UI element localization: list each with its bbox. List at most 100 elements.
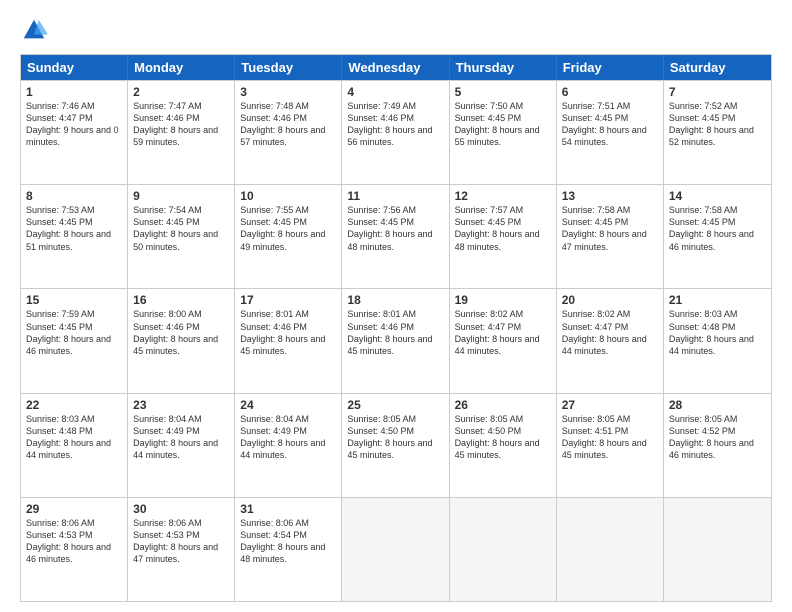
day-number: 1 <box>26 85 122 99</box>
table-row: 17Sunrise: 8:01 AMSunset: 4:46 PMDayligh… <box>235 289 342 392</box>
day-number: 15 <box>26 293 122 307</box>
table-row: 28Sunrise: 8:05 AMSunset: 4:52 PMDayligh… <box>664 394 771 497</box>
cell-details: Sunrise: 8:06 AMSunset: 4:53 PMDaylight:… <box>133 517 229 566</box>
cell-details: Sunrise: 8:04 AMSunset: 4:49 PMDaylight:… <box>240 413 336 462</box>
cell-details: Sunrise: 8:01 AMSunset: 4:46 PMDaylight:… <box>347 308 443 357</box>
table-row <box>664 498 771 601</box>
table-row: 27Sunrise: 8:05 AMSunset: 4:51 PMDayligh… <box>557 394 664 497</box>
day-number: 2 <box>133 85 229 99</box>
day-number: 16 <box>133 293 229 307</box>
day-number: 20 <box>562 293 658 307</box>
header-day-thursday: Thursday <box>450 55 557 80</box>
header-day-sunday: Sunday <box>21 55 128 80</box>
day-number: 25 <box>347 398 443 412</box>
table-row: 26Sunrise: 8:05 AMSunset: 4:50 PMDayligh… <box>450 394 557 497</box>
cell-details: Sunrise: 8:02 AMSunset: 4:47 PMDaylight:… <box>562 308 658 357</box>
cell-details: Sunrise: 8:04 AMSunset: 4:49 PMDaylight:… <box>133 413 229 462</box>
cell-details: Sunrise: 8:03 AMSunset: 4:48 PMDaylight:… <box>669 308 766 357</box>
cell-details: Sunrise: 8:02 AMSunset: 4:47 PMDaylight:… <box>455 308 551 357</box>
cell-details: Sunrise: 8:05 AMSunset: 4:52 PMDaylight:… <box>669 413 766 462</box>
table-row: 31Sunrise: 8:06 AMSunset: 4:54 PMDayligh… <box>235 498 342 601</box>
table-row: 1Sunrise: 7:46 AMSunset: 4:47 PMDaylight… <box>21 81 128 184</box>
day-number: 30 <box>133 502 229 516</box>
day-number: 23 <box>133 398 229 412</box>
calendar: SundayMondayTuesdayWednesdayThursdayFrid… <box>20 54 772 602</box>
table-row: 2Sunrise: 7:47 AMSunset: 4:46 PMDaylight… <box>128 81 235 184</box>
week-row-1: 1Sunrise: 7:46 AMSunset: 4:47 PMDaylight… <box>21 80 771 184</box>
cell-details: Sunrise: 7:55 AMSunset: 4:45 PMDaylight:… <box>240 204 336 253</box>
table-row: 6Sunrise: 7:51 AMSunset: 4:45 PMDaylight… <box>557 81 664 184</box>
day-number: 24 <box>240 398 336 412</box>
day-number: 11 <box>347 189 443 203</box>
cell-details: Sunrise: 8:05 AMSunset: 4:50 PMDaylight:… <box>455 413 551 462</box>
day-number: 21 <box>669 293 766 307</box>
cell-details: Sunrise: 7:54 AMSunset: 4:45 PMDaylight:… <box>133 204 229 253</box>
header-day-monday: Monday <box>128 55 235 80</box>
cell-details: Sunrise: 8:06 AMSunset: 4:53 PMDaylight:… <box>26 517 122 566</box>
day-number: 8 <box>26 189 122 203</box>
cell-details: Sunrise: 8:06 AMSunset: 4:54 PMDaylight:… <box>240 517 336 566</box>
cell-details: Sunrise: 8:00 AMSunset: 4:46 PMDaylight:… <box>133 308 229 357</box>
day-number: 26 <box>455 398 551 412</box>
header-day-friday: Friday <box>557 55 664 80</box>
day-number: 10 <box>240 189 336 203</box>
table-row: 7Sunrise: 7:52 AMSunset: 4:45 PMDaylight… <box>664 81 771 184</box>
table-row: 22Sunrise: 8:03 AMSunset: 4:48 PMDayligh… <box>21 394 128 497</box>
header-day-wednesday: Wednesday <box>342 55 449 80</box>
day-number: 7 <box>669 85 766 99</box>
week-row-5: 29Sunrise: 8:06 AMSunset: 4:53 PMDayligh… <box>21 497 771 601</box>
page-header <box>20 16 772 44</box>
cell-details: Sunrise: 7:51 AMSunset: 4:45 PMDaylight:… <box>562 100 658 149</box>
cell-details: Sunrise: 7:49 AMSunset: 4:46 PMDaylight:… <box>347 100 443 149</box>
cell-details: Sunrise: 8:03 AMSunset: 4:48 PMDaylight:… <box>26 413 122 462</box>
header-day-tuesday: Tuesday <box>235 55 342 80</box>
day-number: 14 <box>669 189 766 203</box>
cell-details: Sunrise: 7:58 AMSunset: 4:45 PMDaylight:… <box>669 204 766 253</box>
table-row: 13Sunrise: 7:58 AMSunset: 4:45 PMDayligh… <box>557 185 664 288</box>
table-row: 30Sunrise: 8:06 AMSunset: 4:53 PMDayligh… <box>128 498 235 601</box>
cell-details: Sunrise: 8:01 AMSunset: 4:46 PMDaylight:… <box>240 308 336 357</box>
week-row-4: 22Sunrise: 8:03 AMSunset: 4:48 PMDayligh… <box>21 393 771 497</box>
day-number: 19 <box>455 293 551 307</box>
calendar-body: 1Sunrise: 7:46 AMSunset: 4:47 PMDaylight… <box>21 80 771 601</box>
week-row-3: 15Sunrise: 7:59 AMSunset: 4:45 PMDayligh… <box>21 288 771 392</box>
table-row: 29Sunrise: 8:06 AMSunset: 4:53 PMDayligh… <box>21 498 128 601</box>
table-row: 14Sunrise: 7:58 AMSunset: 4:45 PMDayligh… <box>664 185 771 288</box>
cell-details: Sunrise: 7:59 AMSunset: 4:45 PMDaylight:… <box>26 308 122 357</box>
day-number: 28 <box>669 398 766 412</box>
day-number: 27 <box>562 398 658 412</box>
table-row: 19Sunrise: 8:02 AMSunset: 4:47 PMDayligh… <box>450 289 557 392</box>
cell-details: Sunrise: 7:48 AMSunset: 4:46 PMDaylight:… <box>240 100 336 149</box>
table-row: 3Sunrise: 7:48 AMSunset: 4:46 PMDaylight… <box>235 81 342 184</box>
cell-details: Sunrise: 7:46 AMSunset: 4:47 PMDaylight:… <box>26 100 122 149</box>
cell-details: Sunrise: 8:05 AMSunset: 4:51 PMDaylight:… <box>562 413 658 462</box>
table-row <box>342 498 449 601</box>
day-number: 31 <box>240 502 336 516</box>
day-number: 29 <box>26 502 122 516</box>
day-number: 12 <box>455 189 551 203</box>
table-row: 11Sunrise: 7:56 AMSunset: 4:45 PMDayligh… <box>342 185 449 288</box>
day-number: 17 <box>240 293 336 307</box>
day-number: 4 <box>347 85 443 99</box>
table-row: 5Sunrise: 7:50 AMSunset: 4:45 PMDaylight… <box>450 81 557 184</box>
day-number: 5 <box>455 85 551 99</box>
cell-details: Sunrise: 7:56 AMSunset: 4:45 PMDaylight:… <box>347 204 443 253</box>
table-row <box>450 498 557 601</box>
day-number: 18 <box>347 293 443 307</box>
cell-details: Sunrise: 7:52 AMSunset: 4:45 PMDaylight:… <box>669 100 766 149</box>
week-row-2: 8Sunrise: 7:53 AMSunset: 4:45 PMDaylight… <box>21 184 771 288</box>
cell-details: Sunrise: 7:47 AMSunset: 4:46 PMDaylight:… <box>133 100 229 149</box>
table-row: 10Sunrise: 7:55 AMSunset: 4:45 PMDayligh… <box>235 185 342 288</box>
day-number: 3 <box>240 85 336 99</box>
table-row: 16Sunrise: 8:00 AMSunset: 4:46 PMDayligh… <box>128 289 235 392</box>
table-row: 24Sunrise: 8:04 AMSunset: 4:49 PMDayligh… <box>235 394 342 497</box>
cell-details: Sunrise: 7:58 AMSunset: 4:45 PMDaylight:… <box>562 204 658 253</box>
cell-details: Sunrise: 7:53 AMSunset: 4:45 PMDaylight:… <box>26 204 122 253</box>
day-number: 22 <box>26 398 122 412</box>
table-row: 8Sunrise: 7:53 AMSunset: 4:45 PMDaylight… <box>21 185 128 288</box>
table-row: 20Sunrise: 8:02 AMSunset: 4:47 PMDayligh… <box>557 289 664 392</box>
cell-details: Sunrise: 7:57 AMSunset: 4:45 PMDaylight:… <box>455 204 551 253</box>
day-number: 13 <box>562 189 658 203</box>
day-number: 9 <box>133 189 229 203</box>
table-row: 21Sunrise: 8:03 AMSunset: 4:48 PMDayligh… <box>664 289 771 392</box>
